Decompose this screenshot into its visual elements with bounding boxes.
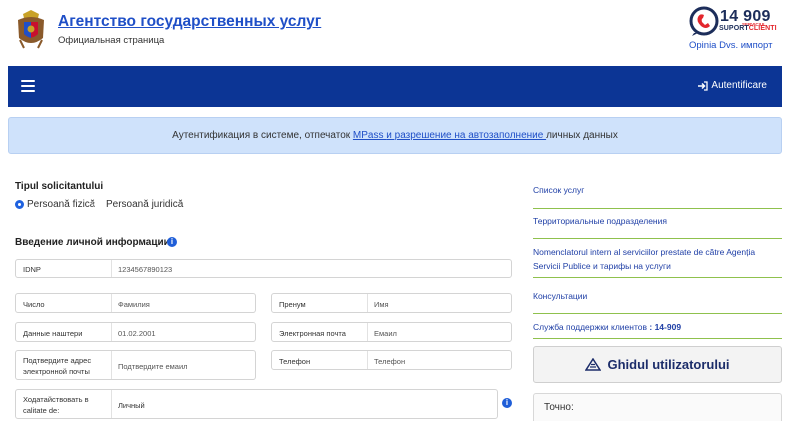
- support-phone: : 14-909: [649, 322, 682, 332]
- sidebar-divider: [533, 277, 782, 278]
- confirm-email-label-1: Подтвердите адрес: [23, 356, 92, 365]
- radio-legal-person[interactable]: Persoană juridică: [94, 199, 183, 210]
- support-tag-b: CLIENTI: [748, 25, 777, 32]
- banner-mpass-link[interactable]: MPass: [353, 130, 384, 141]
- idnp-value: 1234567890123: [118, 265, 173, 274]
- login-button[interactable]: Autentificare: [698, 80, 767, 91]
- hamburger-menu-icon[interactable]: [21, 80, 35, 92]
- email-field[interactable]: Электронная почта Емаил: [271, 322, 512, 342]
- sidebar-divider: [533, 238, 782, 239]
- tochno-panel: Точно:: [533, 393, 782, 421]
- apply-as-info-icon[interactable]: i: [502, 398, 512, 408]
- banner-text-before: Аутентификация в системе, отпечаток: [172, 130, 353, 141]
- apply-as-label-1: Ходатайствовать в: [23, 395, 89, 404]
- user-guide-label: Ghidul utilizatorului: [607, 357, 730, 372]
- confirm-email-label-2: электронной почты: [23, 367, 90, 376]
- sidebar-link-services[interactable]: Список услуг: [533, 183, 782, 197]
- support-tag: SUPORTCLIENTI: [719, 25, 777, 32]
- idnp-label: IDNP: [23, 265, 41, 274]
- opinia-link[interactable]: Opinia Dvs. импорт: [689, 40, 772, 51]
- birthdate-value: 01.02.2001: [118, 329, 156, 338]
- support-label: Служба поддержки клиентов: [533, 322, 648, 332]
- surname-label: Число: [23, 300, 45, 309]
- phone-placeholder: Телефон: [374, 357, 406, 366]
- site-title-link[interactable]: Агентство государственных услуг: [58, 13, 321, 31]
- surname-field[interactable]: Число Фамилия: [15, 293, 256, 313]
- banner-text-after: личных данных: [546, 130, 618, 141]
- banner-autofill-link[interactable]: и разрешение на автозаполнение: [386, 130, 546, 141]
- info-icon[interactable]: i: [167, 237, 177, 247]
- radio-unselected-icon: [94, 200, 103, 209]
- mpass-info-banner: Аутентификация в системе, отпечаток MPas…: [8, 117, 782, 154]
- email-label: Электронная почта: [279, 329, 346, 338]
- personal-info-title: Введение личной информации: [15, 237, 170, 248]
- sidebar-divider: [533, 338, 782, 339]
- sidebar-link-nomenclator[interactable]: Nomenclatorul intern al serviciilor pres…: [533, 245, 782, 273]
- birthdate-label: Данные наштери: [23, 329, 83, 338]
- apply-as-select[interactable]: Ходатайствовать в calitate de: Личный: [15, 389, 498, 419]
- tochno-label: Точно:: [544, 402, 574, 413]
- phone-field[interactable]: Телефон Телефон: [271, 350, 512, 370]
- applicant-type-title: Tipul solicitantului: [15, 181, 104, 192]
- idnp-field[interactable]: IDNP 1234567890123: [15, 259, 512, 278]
- apply-as-label-2: calitate de:: [23, 406, 60, 415]
- moldova-coat-of-arms-icon[interactable]: [14, 8, 48, 52]
- confirm-email-field[interactable]: Подтвердите адрес электронной почты Подт…: [15, 350, 256, 380]
- surname-placeholder: Фамилия: [118, 300, 150, 309]
- radio-selected-icon: [15, 200, 24, 209]
- site-subtitle: Официальная страница: [58, 35, 165, 46]
- confirm-email-placeholder: Подтвердите емаил: [118, 362, 188, 371]
- radio-physical-person[interactable]: Persoană fizică: [15, 199, 95, 210]
- support-tag-a: SUPORT: [719, 25, 749, 32]
- radio-physical-label: Persoană fizică: [27, 199, 96, 210]
- firstname-label: Пренум: [279, 300, 306, 309]
- radio-legal-label: Persoană juridică: [106, 199, 184, 210]
- sidebar-link-consultations[interactable]: Консультации: [533, 289, 782, 303]
- site-header: Агентство государственных услуг Официаль…: [0, 0, 800, 66]
- guide-icon: [585, 357, 602, 371]
- sidebar-divider: [533, 313, 782, 314]
- sign-in-icon: [698, 80, 709, 91]
- login-label: Autentificare: [711, 80, 767, 91]
- sidebar-link-territorial[interactable]: Территориальные подразделения: [533, 214, 782, 228]
- birthdate-field[interactable]: Данные наштери 01.02.2001: [15, 322, 256, 342]
- user-guide-button[interactable]: Ghidul utilizatorului: [533, 346, 782, 383]
- email-placeholder: Емаил: [374, 329, 397, 338]
- firstname-placeholder: Имя: [374, 300, 389, 309]
- phone-label: Телефон: [279, 357, 311, 366]
- main-navbar: Autentificare: [8, 66, 782, 107]
- sidebar-divider: [533, 208, 782, 209]
- apply-as-value: Личный: [118, 401, 145, 410]
- firstname-field[interactable]: Пренум Имя: [271, 293, 512, 313]
- sidebar-support: Служба поддержки клиентов : 14-909: [533, 322, 681, 332]
